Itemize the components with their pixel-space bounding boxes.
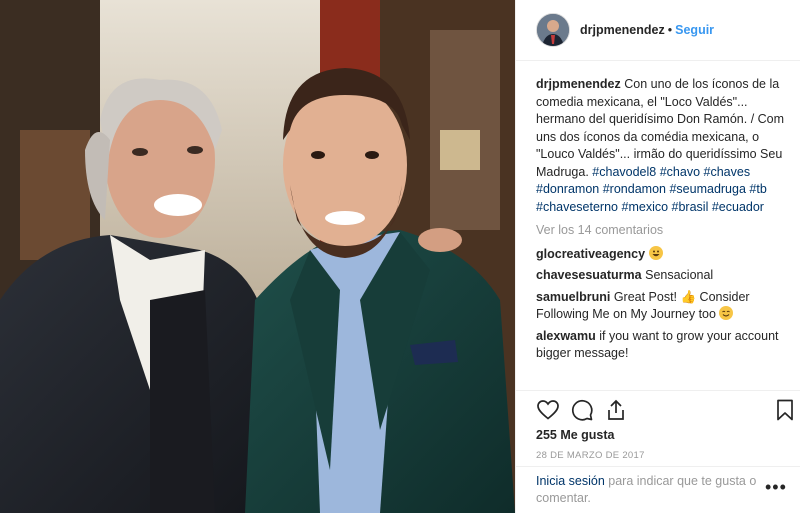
caption-username[interactable]: drjpmenendez [536, 77, 621, 91]
header-divider [516, 60, 800, 61]
footer-divider [516, 466, 800, 467]
bookmark-icon[interactable] [773, 398, 799, 424]
grinning-emoji-icon [648, 245, 663, 260]
hashtag-link[interactable]: #chaves [704, 165, 751, 179]
more-options-icon[interactable]: ••• [765, 478, 787, 496]
comment-item: chavesesuaturma Sensacional [536, 267, 788, 285]
comment-username[interactable]: glocreativeagency [536, 247, 645, 261]
hashtag-link[interactable]: #mexico [622, 200, 669, 214]
hashtag-link[interactable]: #rondamon [603, 182, 666, 196]
hashtag-link[interactable]: #donramon [536, 182, 599, 196]
share-icon[interactable] [604, 398, 630, 424]
comment-item: samuelbruni Great Post! 👍 Consider Follo… [536, 289, 788, 324]
comment-username[interactable]: chavesesuaturma [536, 268, 642, 282]
comment-username[interactable]: samuelbruni [536, 290, 610, 304]
caption: drjpmenendez Con uno de los íconos de la… [536, 76, 788, 216]
comment-text: Sensacional [645, 268, 714, 282]
hashtag-link[interactable]: #brasil [672, 200, 709, 214]
heart-icon[interactable] [536, 398, 562, 424]
hashtag-link[interactable]: #seumadruga [669, 182, 745, 196]
comments-section: drjpmenendez Con uno de los íconos de la… [536, 76, 788, 367]
login-prompt: Inicia sesión para indicar que te gusta … [536, 473, 774, 506]
comment-item: glocreativeagency [536, 245, 788, 264]
separator-dot: • [667, 23, 673, 37]
hashtag-link[interactable]: #tb [749, 182, 766, 196]
post-side-panel: drjpmenendez • Seguir drjpmenendez Con u… [515, 0, 800, 513]
follow-button[interactable]: Seguir [675, 23, 714, 37]
post-header: drjpmenendez • Seguir [536, 12, 714, 48]
comment-username[interactable]: alexwamu [536, 329, 596, 343]
comment-icon[interactable] [570, 398, 596, 424]
avatar[interactable] [536, 13, 570, 47]
hashtag-link[interactable]: #chavodel8 [592, 165, 656, 179]
post-date[interactable]: 28 DE MARZO DE 2017 [536, 450, 645, 461]
hashtag-link[interactable]: #chavo [660, 165, 700, 179]
caption-text: Con uno de los íconos de la comedia mexi… [536, 77, 785, 179]
likes-count[interactable]: 255 Me gusta [536, 428, 615, 442]
hashtag-link[interactable]: #chaveseterno [536, 200, 618, 214]
comment-item: alexwamu if you want to grow your accoun… [536, 328, 788, 363]
view-all-comments-link[interactable]: Ver los 14 comentarios [536, 222, 788, 240]
avatar-image [537, 14, 569, 46]
actions-divider [516, 390, 800, 391]
username-link[interactable]: drjpmenendez [580, 23, 665, 37]
post-photo[interactable] [0, 0, 515, 513]
login-link[interactable]: Inicia sesión [536, 474, 605, 488]
post-actions [536, 398, 798, 424]
smile-emoji-icon [719, 306, 734, 320]
hashtag-link[interactable]: #ecuador [712, 200, 764, 214]
photo-image [0, 0, 515, 513]
